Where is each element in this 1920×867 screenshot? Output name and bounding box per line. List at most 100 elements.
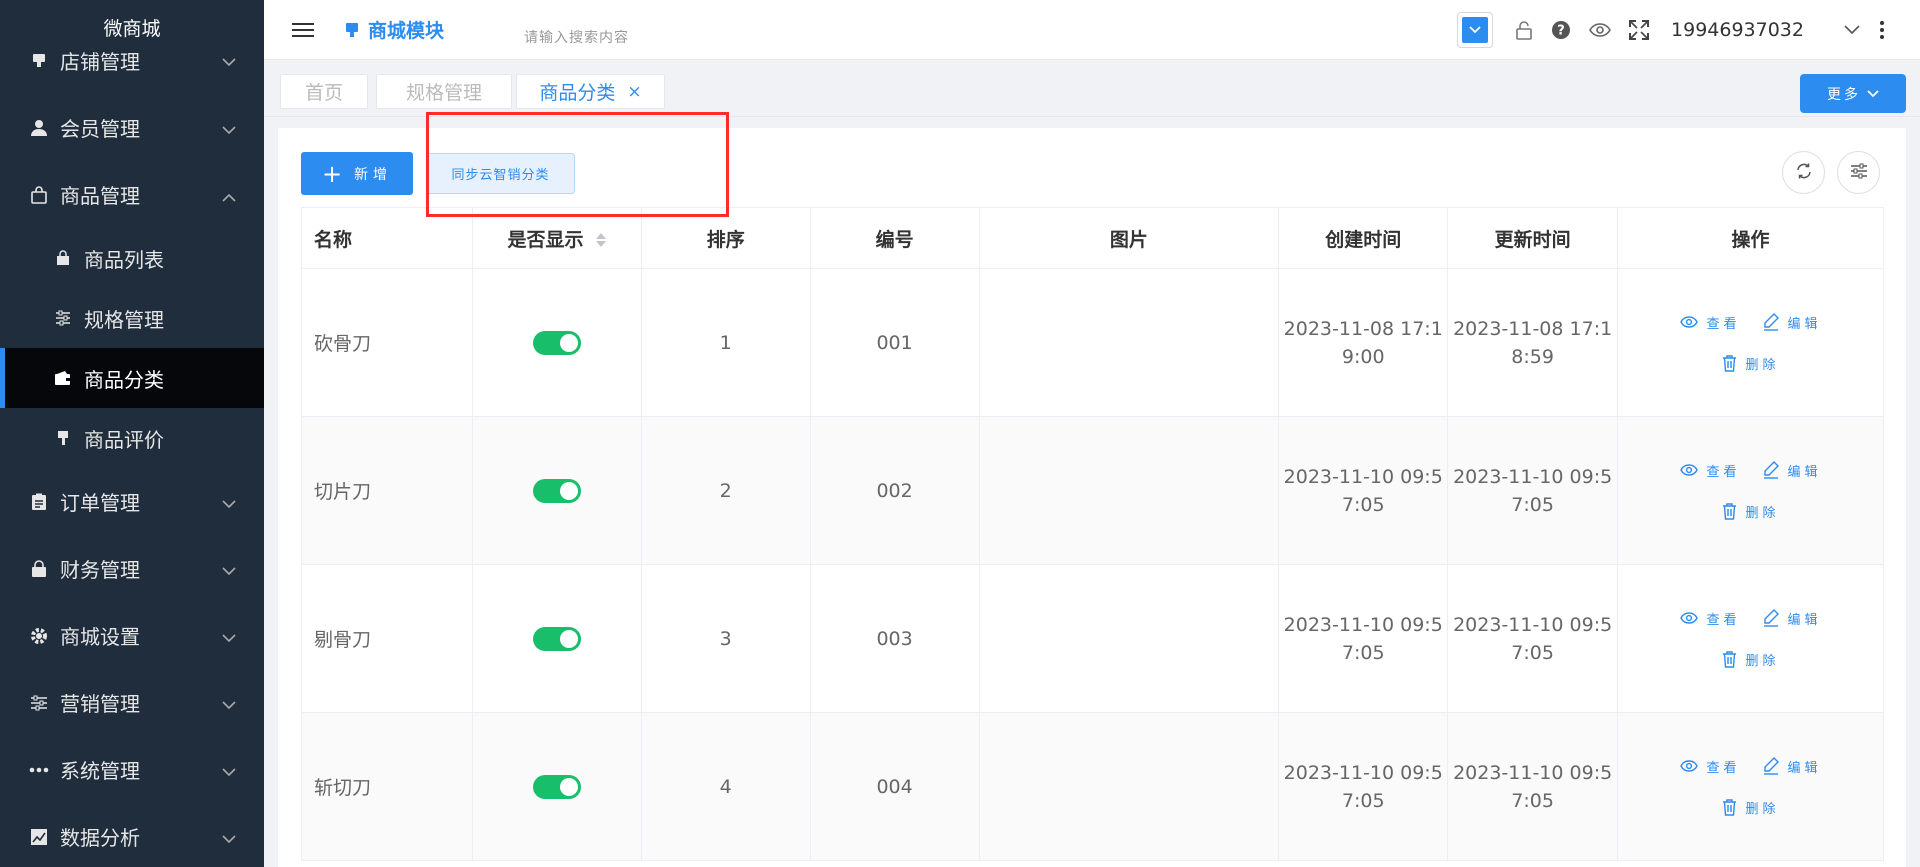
- sidebar-item-shop[interactable]: 店铺管理: [0, 40, 264, 80]
- tab-label: 商品分类: [539, 82, 616, 104]
- cell-image: [978, 268, 1280, 417]
- cell-image: [978, 564, 1280, 713]
- tab-category[interactable]: 商品分类 ×: [516, 74, 665, 109]
- eye-icon: [1679, 612, 1698, 624]
- delete-button[interactable]: 删除: [1722, 502, 1780, 521]
- cell-actions: 查看 编辑 删除: [1617, 712, 1884, 861]
- help-icon[interactable]: ?: [1551, 20, 1571, 40]
- chevron-down-icon: [222, 624, 236, 648]
- sidebar-item-marketing[interactable]: 营销管理: [0, 669, 264, 736]
- sidebar-subitem-goods-list[interactable]: 商品列表: [0, 228, 264, 288]
- sidebar-item-label: 财务管理: [60, 558, 140, 582]
- show-toggle[interactable]: [532, 626, 581, 651]
- cell-updated: 2023-11-10 09:5 7:05: [1447, 564, 1619, 713]
- user-phone[interactable]: 19946937032: [1671, 19, 1804, 41]
- show-toggle[interactable]: [532, 774, 581, 799]
- cell-created: 2023-11-10 09:5 7:05: [1278, 564, 1449, 713]
- close-icon[interactable]: ×: [627, 82, 641, 102]
- trash-icon: [1722, 798, 1737, 816]
- clipboard-icon: [28, 491, 50, 513]
- lock-icon[interactable]: [1515, 20, 1533, 40]
- module-title[interactable]: 商城模块: [344, 16, 444, 43]
- sliders-icon: [28, 692, 50, 714]
- cell-created: 2023-11-10 09:5 7:05: [1278, 712, 1449, 861]
- refresh-button[interactable]: [1782, 151, 1825, 194]
- sidebar-item-label: 商品管理: [60, 184, 140, 208]
- view-button[interactable]: 查看: [1679, 609, 1741, 628]
- view-button[interactable]: 查看: [1679, 757, 1741, 776]
- sidebar-subitem-review[interactable]: 商品评价: [0, 408, 264, 468]
- column-settings-button[interactable]: [1837, 151, 1880, 194]
- sidebar-item-goods[interactable]: 商品管理: [0, 161, 264, 228]
- more-button[interactable]: 更多: [1800, 74, 1906, 113]
- cell-updated: 2023-11-10 09:5 7:05: [1447, 416, 1619, 565]
- wallet-icon: [53, 368, 73, 388]
- chevron-down-icon: [222, 116, 236, 140]
- cell-name: 斩切刀: [301, 712, 473, 861]
- cell-show: [471, 268, 642, 417]
- edit-label: 编辑: [1787, 316, 1822, 332]
- menu-toggle-icon[interactable]: [292, 19, 314, 41]
- content-card: + 新增 同步云智销分类 名称 是否显示 排序 编号 图片 创建时间 更新时间: [278, 128, 1906, 867]
- tab-home[interactable]: 首页: [280, 74, 368, 109]
- sidebar-item-label: 商城设置: [60, 625, 140, 649]
- sidebar-subitem-label: 规格管理: [84, 307, 164, 332]
- module-label: 商城模块: [368, 20, 445, 42]
- fullscreen-icon[interactable]: [1629, 20, 1650, 40]
- sidebar-item-finance[interactable]: 财务管理: [0, 535, 264, 602]
- show-toggle[interactable]: [532, 478, 581, 503]
- sidebar-item-analytics[interactable]: 数据分析: [0, 803, 264, 867]
- more-label: 更多: [1827, 86, 1861, 103]
- search-input[interactable]: 请输入搜索内容: [524, 27, 629, 47]
- column-header-name: 名称: [301, 207, 473, 269]
- edit-button[interactable]: 编辑: [1763, 609, 1822, 628]
- chart-icon: [28, 826, 50, 848]
- sort-icon[interactable]: [596, 233, 607, 247]
- cell-sort: 1: [640, 268, 811, 417]
- cell-image: [978, 416, 1280, 565]
- tab-spec[interactable]: 规格管理: [376, 74, 512, 109]
- refresh-icon: [1795, 162, 1813, 184]
- cell-code: 002: [809, 416, 980, 565]
- eye-icon: [1679, 464, 1698, 476]
- edit-button[interactable]: 编辑: [1763, 313, 1822, 332]
- sync-category-button[interactable]: 同步云智销分类: [426, 153, 575, 194]
- edit-button[interactable]: 编辑: [1763, 461, 1822, 480]
- show-toggle[interactable]: [532, 330, 581, 355]
- lock-bag-icon: [28, 558, 50, 580]
- chevron-down-icon: [222, 691, 236, 715]
- sidebar-item-members[interactable]: 会员管理: [0, 94, 264, 161]
- delete-button[interactable]: 删除: [1722, 650, 1780, 669]
- eye-icon[interactable]: [1589, 23, 1611, 37]
- table-row: 切片刀 2 002 2023-11-10 09:5 7:05 2023-11-1…: [301, 416, 1884, 565]
- chevron-down-icon[interactable]: [1844, 25, 1860, 35]
- delete-button[interactable]: 删除: [1722, 798, 1780, 817]
- sidebar-item-label: 营销管理: [60, 692, 140, 716]
- sidebar-item-mall-settings[interactable]: 商城设置: [0, 602, 264, 669]
- chevron-down-icon: [1867, 89, 1879, 97]
- trash-icon: [1722, 354, 1737, 372]
- delete-button[interactable]: 删除: [1722, 354, 1780, 373]
- cell-created: 2023-11-08 17:1 9:00: [1278, 268, 1449, 417]
- edit-icon: [1763, 313, 1779, 331]
- more-vertical-icon[interactable]: [1880, 21, 1884, 39]
- sidebar-item-orders[interactable]: 订单管理: [0, 468, 264, 535]
- edit-button[interactable]: 编辑: [1763, 757, 1822, 776]
- dropdown-toggle[interactable]: [1457, 12, 1494, 48]
- cell-actions: 查看 编辑 删除: [1617, 268, 1884, 417]
- sidebar-subitem-spec[interactable]: 规格管理: [0, 288, 264, 348]
- cell-sort: 2: [640, 416, 811, 565]
- tab-bar: 首页 规格管理 商品分类 × 更多: [264, 60, 1920, 117]
- tab-label: 规格管理: [405, 82, 482, 104]
- sidebar-item-system[interactable]: 系统管理: [0, 736, 264, 803]
- view-button[interactable]: 查看: [1679, 313, 1741, 332]
- gear-icon: [28, 625, 50, 647]
- view-button[interactable]: 查看: [1679, 461, 1741, 480]
- trash-icon: [1722, 502, 1737, 520]
- column-header-show[interactable]: 是否显示: [471, 207, 642, 269]
- add-button[interactable]: + 新增: [301, 152, 413, 195]
- cell-code: 003: [809, 564, 980, 713]
- sidebar-subitem-category[interactable]: 商品分类: [0, 348, 264, 408]
- cell-updated: 2023-11-10 09:5 7:05: [1447, 712, 1619, 861]
- header-actions: ? 19946937032: [1457, 0, 1920, 60]
